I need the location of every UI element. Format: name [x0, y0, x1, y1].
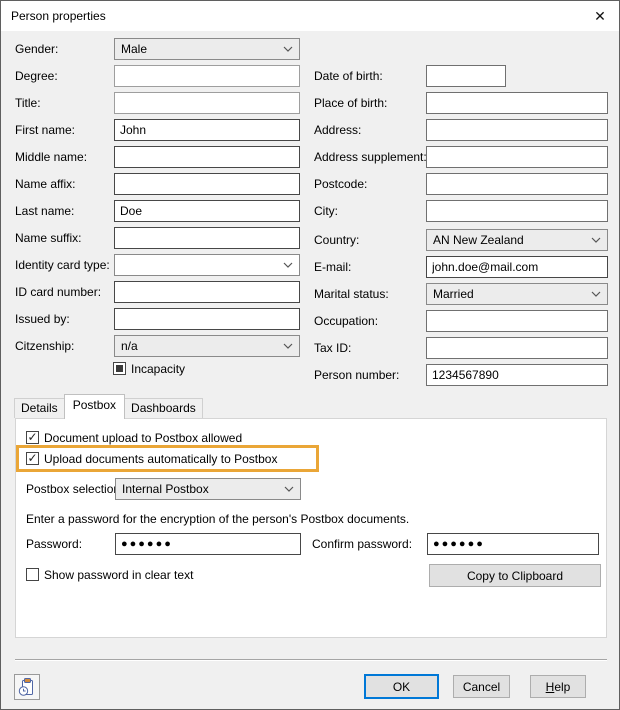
- first-name-label: First name:: [15, 123, 75, 137]
- upload-allowed-checkbox[interactable]: ✓: [26, 431, 39, 444]
- first-name-input[interactable]: [114, 119, 300, 141]
- upload-allowed-label: Document upload to Postbox allowed: [44, 431, 242, 445]
- help-button-rest: elp: [554, 680, 570, 694]
- degree-input[interactable]: [114, 65, 300, 87]
- address-input[interactable]: [426, 119, 608, 141]
- date-of-birth-input[interactable]: [426, 65, 506, 87]
- issued-by-input[interactable]: [114, 308, 300, 330]
- person-properties-dialog: Person properties ✕ Gender: Male Degree:…: [0, 0, 620, 710]
- show-password-label: Show password in clear text: [44, 568, 193, 582]
- upload-auto-label: Upload documents automatically to Postbo…: [44, 452, 277, 466]
- postbox-selection-value: Internal Postbox: [122, 482, 209, 496]
- issued-by-label: Issued by:: [15, 312, 70, 326]
- email-input[interactable]: [426, 256, 608, 278]
- confirm-password-label: Confirm password:: [312, 537, 412, 551]
- person-number-input[interactable]: [426, 364, 608, 386]
- name-affix-input[interactable]: [114, 173, 300, 195]
- incapacity-checkbox[interactable]: [113, 362, 126, 375]
- postbox-tab-panel: ✓ Document upload to Postbox allowed ✓ U…: [15, 418, 607, 638]
- tab-dashboards[interactable]: Dashboards: [124, 398, 203, 418]
- postcode-label: Postcode:: [314, 177, 367, 191]
- tab-strip: Details Postbox Dashboards: [14, 394, 203, 419]
- title-label: Title:: [15, 96, 41, 110]
- check-icon: ✓: [27, 453, 37, 464]
- incapacity-label: Incapacity: [131, 362, 185, 376]
- citzenship-select[interactable]: n/a: [114, 335, 300, 357]
- place-of-birth-label: Place of birth:: [314, 96, 387, 110]
- name-affix-label: Name affix:: [15, 177, 75, 191]
- country-value: AN New Zealand: [433, 233, 524, 247]
- id-card-number-input[interactable]: [114, 281, 300, 303]
- check-icon: ✓: [27, 432, 37, 443]
- address-label: Address:: [314, 123, 361, 137]
- show-password-checkbox[interactable]: [26, 568, 39, 581]
- id-card-number-label: ID card number:: [15, 285, 101, 299]
- gender-label: Gender:: [15, 42, 58, 56]
- postbox-selection-label: Postbox selection:: [26, 482, 123, 496]
- person-number-label: Person number:: [314, 368, 399, 382]
- indeterminate-mark: [116, 365, 123, 372]
- cancel-button[interactable]: Cancel: [453, 675, 510, 698]
- title-bar: Person properties ✕: [1, 1, 619, 31]
- chevron-down-icon: [284, 486, 294, 492]
- identity-card-type-select[interactable]: [114, 254, 300, 276]
- middle-name-label: Middle name:: [15, 150, 87, 164]
- title-input[interactable]: [114, 92, 300, 114]
- country-select[interactable]: AN New Zealand: [426, 229, 608, 251]
- footer-separator: [15, 659, 607, 661]
- middle-name-input[interactable]: [114, 146, 300, 168]
- citzenship-label: Citzenship:: [15, 339, 74, 353]
- degree-label: Degree:: [15, 69, 58, 83]
- clipboard-history-icon: [17, 677, 37, 697]
- address-supplement-input[interactable]: [426, 146, 608, 168]
- chevron-down-icon: [283, 262, 293, 268]
- gender-value: Male: [121, 42, 147, 56]
- tab-details[interactable]: Details: [14, 398, 65, 418]
- marital-status-select[interactable]: Married: [426, 283, 608, 305]
- email-label: E-mail:: [314, 260, 351, 274]
- postcode-input[interactable]: [426, 173, 608, 195]
- help-button[interactable]: Help: [530, 675, 586, 698]
- city-input[interactable]: [426, 200, 608, 222]
- tab-postbox[interactable]: Postbox: [64, 394, 125, 419]
- occupation-label: Occupation:: [314, 314, 378, 328]
- password-info-text: Enter a password for the encryption of t…: [26, 512, 409, 526]
- dialog-title: Person properties: [11, 9, 106, 23]
- country-label: Country:: [314, 233, 359, 247]
- upload-auto-checkbox[interactable]: ✓: [26, 452, 39, 465]
- address-supplement-label: Address supplement:: [314, 150, 427, 164]
- password-input[interactable]: [115, 533, 301, 555]
- ok-button[interactable]: OK: [364, 674, 439, 699]
- password-label: Password:: [26, 537, 82, 551]
- identity-card-type-label: Identity card type:: [15, 258, 110, 272]
- citzenship-value: n/a: [121, 339, 138, 353]
- last-name-input[interactable]: [114, 200, 300, 222]
- help-button-accel: H: [546, 680, 555, 694]
- name-suffix-label: Name suffix:: [15, 231, 81, 245]
- tax-id-label: Tax ID:: [314, 341, 351, 355]
- last-name-label: Last name:: [15, 204, 74, 218]
- copy-to-clipboard-button[interactable]: Copy to Clipboard: [429, 564, 601, 587]
- confirm-password-input[interactable]: [427, 533, 599, 555]
- postbox-selection-select[interactable]: Internal Postbox: [115, 478, 301, 500]
- marital-status-value: Married: [433, 287, 474, 301]
- place-of-birth-input[interactable]: [426, 92, 608, 114]
- clipboard-history-button[interactable]: [14, 674, 40, 700]
- chevron-down-icon: [591, 291, 601, 297]
- city-label: City:: [314, 204, 338, 218]
- close-icon[interactable]: ✕: [589, 5, 611, 27]
- date-of-birth-label: Date of birth:: [314, 69, 383, 83]
- gender-select[interactable]: Male: [114, 38, 300, 60]
- chevron-down-icon: [283, 343, 293, 349]
- name-suffix-input[interactable]: [114, 227, 300, 249]
- marital-status-label: Marital status:: [314, 287, 389, 301]
- tax-id-input[interactable]: [426, 337, 608, 359]
- chevron-down-icon: [591, 237, 601, 243]
- occupation-input[interactable]: [426, 310, 608, 332]
- chevron-down-icon: [283, 46, 293, 52]
